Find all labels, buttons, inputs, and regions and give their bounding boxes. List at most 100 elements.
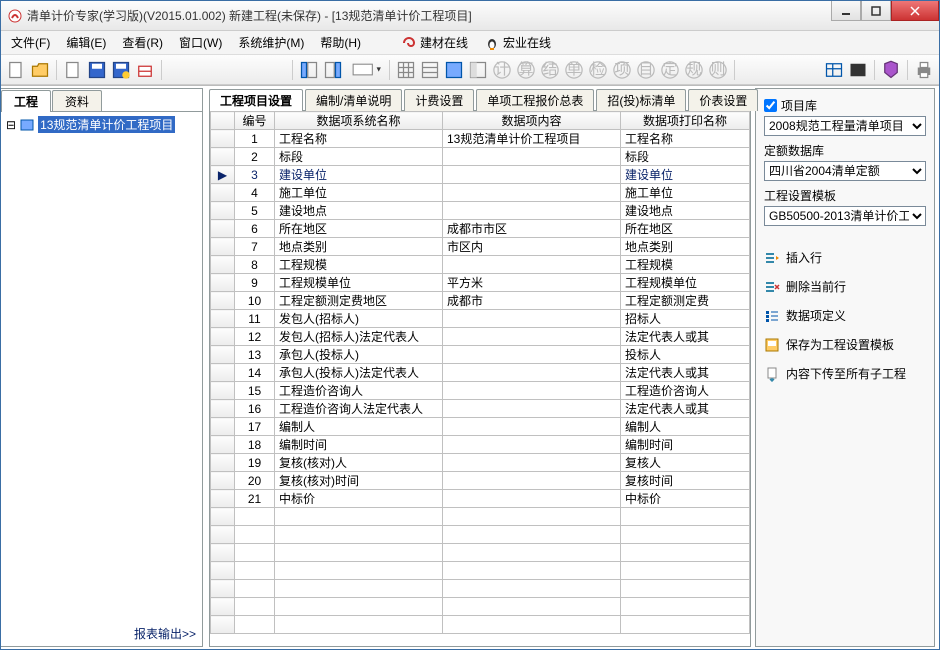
cell-content[interactable]	[443, 472, 621, 490]
cell-num[interactable]	[235, 544, 275, 562]
cell-num[interactable]: 16	[235, 400, 275, 418]
table-row[interactable]: 15工程造价咨询人工程造价咨询人	[211, 382, 750, 400]
cell-content[interactable]	[443, 328, 621, 346]
grid-col-3[interactable]: 数据项打印名称	[621, 112, 750, 130]
cell-sysname[interactable]: 工程定额测定费地区	[275, 292, 443, 310]
tb-open[interactable]	[29, 59, 51, 81]
cell-content[interactable]: 13规范清单计价工程项目	[443, 130, 621, 148]
tb-tableview[interactable]	[823, 59, 845, 81]
menu-view[interactable]: 查看(R)	[116, 32, 169, 53]
cell-printname[interactable]: 地点类别	[621, 238, 750, 256]
cell-sysname[interactable]: 发包人(招标人)	[275, 310, 443, 328]
table-row[interactable]	[211, 508, 750, 526]
tb-new2[interactable]	[62, 59, 84, 81]
cell-num[interactable]: 1	[235, 130, 275, 148]
table-row[interactable]: 18编制时间编制时间	[211, 436, 750, 454]
cell-sysname[interactable]	[275, 616, 443, 634]
cell-printname[interactable]: 工程造价咨询人	[621, 382, 750, 400]
tb-g3[interactable]	[443, 59, 465, 81]
cell-content[interactable]	[443, 616, 621, 634]
cell-num[interactable]: 10	[235, 292, 275, 310]
action-delete-row[interactable]: 删除当前行	[764, 275, 926, 298]
tb-g1[interactable]	[395, 59, 417, 81]
cell-sysname[interactable]: 地点类别	[275, 238, 443, 256]
cell-num[interactable]	[235, 508, 275, 526]
row-header[interactable]	[211, 184, 235, 202]
table-row[interactable]: ▶3建设单位建设单位	[211, 166, 750, 184]
cell-printname[interactable]	[621, 580, 750, 598]
tb-help[interactable]	[880, 59, 902, 81]
chk-project-lib-box[interactable]	[764, 99, 777, 112]
link-jiancai[interactable]: 建材在线	[395, 32, 474, 53]
cell-content[interactable]	[443, 400, 621, 418]
action-insert-row[interactable]: 插入行	[764, 246, 926, 269]
cell-printname[interactable]: 编制人	[621, 418, 750, 436]
cell-content[interactable]	[443, 418, 621, 436]
cell-sysname[interactable]: 中标价	[275, 490, 443, 508]
cell-content[interactable]	[443, 364, 621, 382]
cell-printname[interactable]: 建设单位	[621, 166, 750, 184]
cell-printname[interactable]	[621, 508, 750, 526]
row-header[interactable]	[211, 148, 235, 166]
tb-circle-3[interactable]: 单	[563, 59, 585, 81]
table-row[interactable]: 9工程规模单位平方米工程规模单位	[211, 274, 750, 292]
center-tab-2[interactable]: 计费设置	[404, 89, 474, 111]
minimize-button[interactable]	[831, 1, 861, 21]
cell-sysname[interactable]: 工程名称	[275, 130, 443, 148]
chk-project-lib[interactable]: 项目库	[764, 97, 926, 114]
row-header[interactable]	[211, 598, 235, 616]
cell-sysname[interactable]: 编制时间	[275, 436, 443, 454]
cell-num[interactable]: 8	[235, 256, 275, 274]
row-header[interactable]	[211, 364, 235, 382]
cell-printname[interactable]: 工程规模	[621, 256, 750, 274]
center-tab-3[interactable]: 单项工程报价总表	[476, 89, 594, 111]
cell-printname[interactable]: 施工单位	[621, 184, 750, 202]
cell-num[interactable]: 7	[235, 238, 275, 256]
cell-num[interactable]: 19	[235, 454, 275, 472]
tb-detailview[interactable]	[847, 59, 869, 81]
cell-sysname[interactable]	[275, 508, 443, 526]
row-header[interactable]	[211, 526, 235, 544]
cell-num[interactable]: 13	[235, 346, 275, 364]
cell-sysname[interactable]: 复核(核对)人	[275, 454, 443, 472]
row-header[interactable]	[211, 130, 235, 148]
cell-num[interactable]: 11	[235, 310, 275, 328]
row-header[interactable]	[211, 238, 235, 256]
row-header[interactable]	[211, 400, 235, 418]
tb-circle-0[interactable]: 计	[491, 59, 513, 81]
row-header[interactable]	[211, 310, 235, 328]
row-header[interactable]	[211, 436, 235, 454]
cell-content[interactable]	[443, 166, 621, 184]
tb-circle-6[interactable]: 目	[635, 59, 657, 81]
cell-content[interactable]	[443, 526, 621, 544]
cell-content[interactable]	[443, 490, 621, 508]
row-header[interactable]	[211, 508, 235, 526]
cell-sysname[interactable]: 建设单位	[275, 166, 443, 184]
table-row[interactable]: 11发包人(招标人)招标人	[211, 310, 750, 328]
cell-sysname[interactable]	[275, 598, 443, 616]
row-header[interactable]	[211, 346, 235, 364]
tb-new[interactable]	[5, 59, 27, 81]
center-tab-1[interactable]: 编制/清单说明	[305, 89, 402, 111]
cell-content[interactable]	[443, 436, 621, 454]
table-row[interactable]: 13承包人(投标人)投标人	[211, 346, 750, 364]
cell-num[interactable]	[235, 598, 275, 616]
report-export-link[interactable]: 报表输出>>	[134, 625, 196, 642]
cell-num[interactable]	[235, 526, 275, 544]
cell-sysname[interactable]: 工程规模	[275, 256, 443, 274]
link-hongye[interactable]: 宏业在线	[478, 32, 557, 53]
row-header[interactable]	[211, 544, 235, 562]
row-header[interactable]: ▶	[211, 166, 235, 184]
row-header[interactable]	[211, 616, 235, 634]
tb-print[interactable]	[913, 59, 935, 81]
row-header[interactable]	[211, 328, 235, 346]
left-tab-material[interactable]: 资料	[52, 90, 102, 112]
cell-content[interactable]	[443, 580, 621, 598]
cell-printname[interactable]: 法定代表人或其	[621, 328, 750, 346]
tb-circle-7[interactable]: 定	[659, 59, 681, 81]
row-header[interactable]	[211, 202, 235, 220]
table-row[interactable]: 20复核(核对)时间复核时间	[211, 472, 750, 490]
cell-content[interactable]	[443, 562, 621, 580]
center-tab-0[interactable]: 工程项目设置	[209, 89, 303, 111]
menu-file[interactable]: 文件(F)	[5, 32, 56, 53]
